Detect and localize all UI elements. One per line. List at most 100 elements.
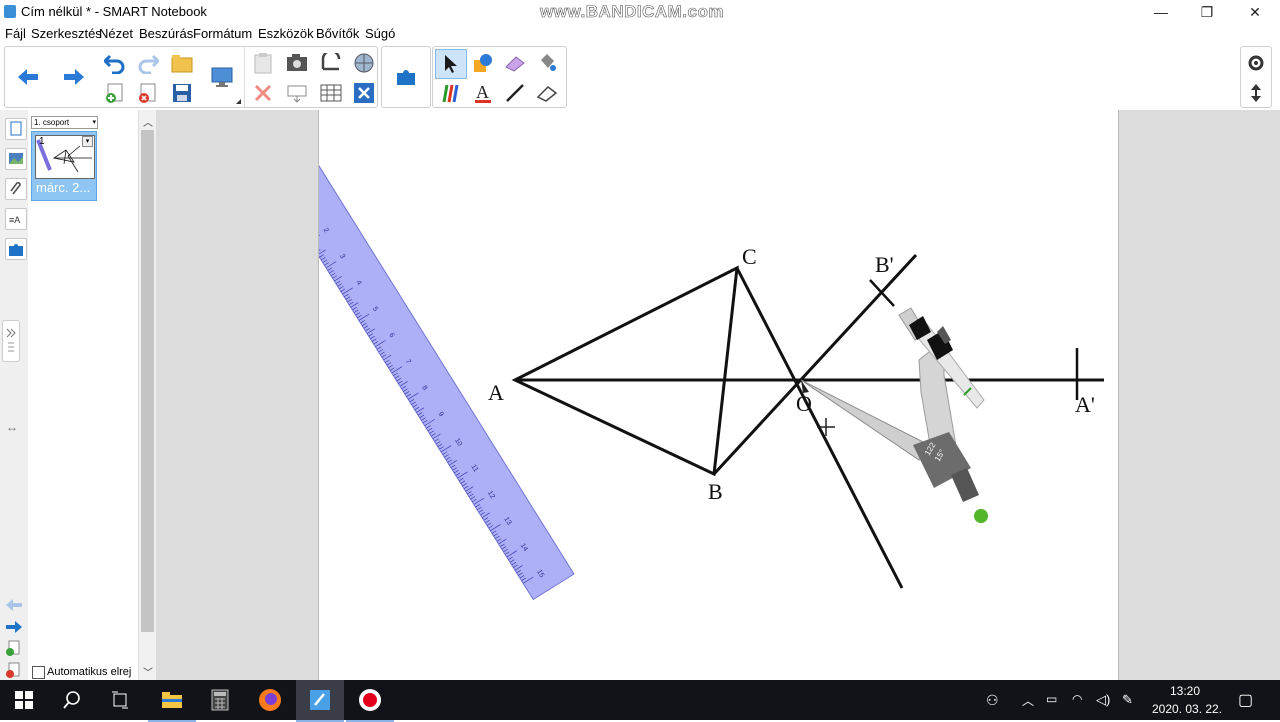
taskbar-smart-notebook[interactable] — [296, 680, 344, 722]
settings-button[interactable] — [1241, 49, 1271, 77]
smart-notebook-icon — [310, 690, 330, 710]
properties-icon: ≡A — [9, 215, 20, 225]
image-icon — [9, 153, 23, 164]
scrollbar-thumb[interactable] — [141, 130, 154, 632]
menu-addons[interactable]: Bővítők — [316, 26, 359, 41]
close-button[interactable]: ✕ — [1232, 0, 1278, 24]
undo-button[interactable] — [100, 49, 130, 77]
workspace-margin-left — [156, 110, 318, 680]
clock-date[interactable]: 2020. 03. 22. — [1152, 702, 1222, 716]
people-icon[interactable]: ⚇ — [986, 692, 999, 709]
maximize-button[interactable]: ❐ — [1184, 0, 1230, 24]
ruler: 123456789101112131415 — [319, 149, 575, 601]
menu-tools[interactable]: Eszközök — [258, 26, 314, 41]
taskbar-firefox[interactable] — [246, 680, 294, 720]
scroll-up-icon[interactable]: ︿ — [143, 114, 153, 129]
paste-button[interactable] — [248, 49, 278, 77]
notifications-icon[interactable]: ▢ — [1238, 690, 1253, 710]
start-button[interactable] — [0, 680, 48, 720]
page-sorter: 1. csoport ▾ 1 ▾ márc. 2... Automatikus … — [28, 110, 138, 685]
display-button[interactable] — [207, 63, 237, 91]
attachments-tab[interactable] — [5, 178, 27, 200]
expand-panel-handle[interactable] — [2, 320, 20, 362]
minimize-button[interactable]: — — [1138, 0, 1184, 24]
eraser-tool-button[interactable] — [532, 79, 562, 107]
menu-view[interactable]: Nézet — [99, 26, 133, 41]
text-tool-button[interactable]: A — [468, 79, 498, 107]
properties-tab[interactable]: ≡A — [5, 208, 27, 230]
screen-shade-button[interactable] — [316, 49, 346, 77]
previous-page-button[interactable] — [13, 63, 43, 91]
show-hidden-icons[interactable]: ︿ — [1022, 692, 1034, 709]
next-page-button[interactable] — [59, 63, 89, 91]
line-tool-button[interactable] — [500, 79, 530, 107]
construction-lines — [511, 253, 1104, 589]
add-page-button[interactable] — [100, 79, 130, 107]
open-file-button[interactable] — [167, 49, 197, 77]
arrow-right-icon — [64, 69, 84, 85]
volume-icon[interactable]: ◁) — [1096, 692, 1110, 708]
clock-time[interactable]: 13:20 — [1170, 684, 1200, 698]
sorter-scrollbar[interactable]: ︿ ﹀ — [138, 110, 157, 685]
label-a: A — [488, 380, 504, 405]
shapes-tool-button[interactable] — [468, 49, 498, 77]
shade-icon — [321, 53, 341, 71]
taskbar-calculator[interactable] — [196, 680, 244, 720]
undo-icon — [104, 54, 125, 74]
task-view-button[interactable] — [96, 680, 144, 720]
eraser-icon — [536, 86, 558, 102]
add-page-icon — [106, 83, 123, 103]
addons-tab[interactable] — [5, 238, 27, 260]
folder-icon — [162, 692, 182, 708]
table-button[interactable] — [316, 79, 346, 107]
addons-button[interactable] — [391, 63, 421, 91]
previous-page-small-button[interactable] — [5, 598, 23, 617]
taskbar-bandicam[interactable] — [346, 680, 394, 722]
fill-tool-button[interactable] — [532, 49, 562, 77]
menu-help[interactable]: Súgó — [365, 26, 395, 41]
menu-insert[interactable]: Beszúrás — [139, 26, 193, 41]
menu-file[interactable]: Fájl — [5, 26, 26, 41]
auto-hide-checkbox[interactable] — [32, 666, 45, 679]
page-menu-icon[interactable]: ▾ — [82, 136, 93, 147]
vertical-arrows-icon — [1251, 84, 1261, 102]
pen-workspace-icon[interactable]: ✎ — [1122, 692, 1133, 708]
notebook-page-canvas[interactable]: 123456789101112131415 15° 122 — [318, 110, 1119, 680]
internet-button[interactable] — [349, 49, 379, 77]
taskbar: ⚇ ︿ ▭ ◠ ◁) ✎ 13:20 2020. 03. 22. ▢ — [0, 680, 1280, 722]
add-page-small-button[interactable] — [5, 640, 21, 661]
label-c: C — [742, 244, 757, 269]
eraser-shape-button[interactable] — [500, 49, 530, 77]
group-select[interactable]: 1. csoport ▾ — [31, 116, 98, 129]
show-hide-screen-button[interactable] — [282, 79, 312, 107]
page-thumbnail[interactable]: 1 ▾ márc. 2... — [31, 131, 97, 201]
menu-format[interactable]: Formátum — [193, 26, 252, 41]
windows-icon — [15, 691, 33, 709]
pens-tool-button[interactable] — [435, 79, 465, 107]
display-dropdown-icon[interactable] — [236, 99, 241, 104]
redo-button[interactable] — [133, 49, 163, 77]
battery-icon[interactable]: ▭ — [1046, 692, 1057, 706]
gallery-tab[interactable] — [5, 148, 27, 170]
delete-button[interactable] — [248, 79, 278, 107]
side-tab-bar: ≡A ↔ — [0, 110, 29, 685]
page-sorter-tab[interactable] — [5, 118, 27, 140]
scroll-down-icon[interactable]: ﹀ — [143, 664, 153, 679]
menu-edit[interactable]: Szerkesztés — [31, 26, 102, 41]
taskbar-file-explorer[interactable] — [148, 680, 196, 722]
close-view-button[interactable] — [349, 79, 379, 107]
table-icon — [320, 84, 342, 102]
save-button[interactable] — [167, 79, 197, 107]
select-tool-button[interactable] — [435, 49, 467, 79]
resize-arrows-icon[interactable]: ↔ — [6, 420, 18, 434]
triangle-abc — [511, 265, 739, 477]
next-page-small-button[interactable] — [5, 620, 23, 639]
toolbar-position-button[interactable] — [1241, 79, 1271, 107]
delete-page-button[interactable] — [133, 79, 163, 107]
screen-capture-button[interactable] — [282, 49, 312, 77]
label-b: B — [708, 479, 723, 504]
wifi-icon[interactable]: ◠ — [1072, 692, 1082, 706]
search-button[interactable] — [48, 680, 96, 720]
chevron-down-icon: ▾ — [92, 119, 96, 126]
delete-page-icon — [139, 83, 156, 103]
